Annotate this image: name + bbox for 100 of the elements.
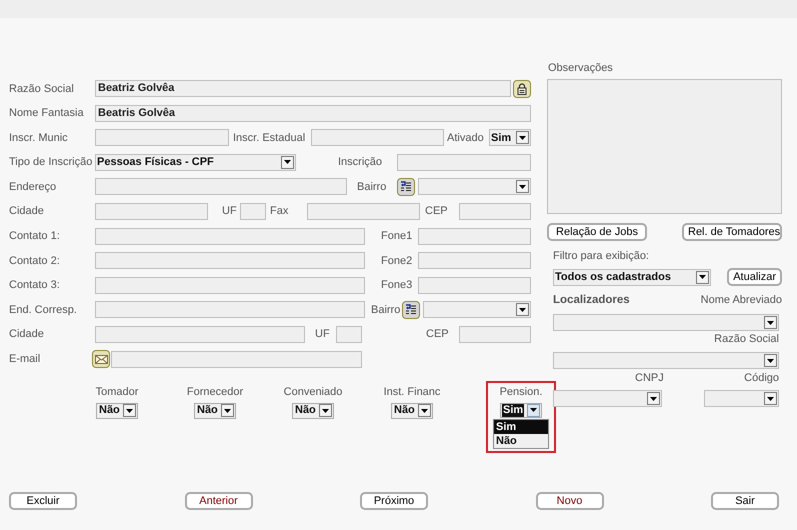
text-field[interactable]	[95, 228, 365, 245]
dropdown[interactable]: Sim	[489, 129, 531, 146]
field-label: UF	[222, 205, 236, 218]
report-button[interactable]: Rel. de Tomadores	[682, 223, 782, 241]
field-label: Fornecedor	[186, 386, 244, 399]
text-field[interactable]	[95, 202, 208, 220]
field-label: E-mail	[9, 353, 42, 366]
field-label: Fone3	[381, 279, 413, 292]
field-label: Tipo de Inscrição	[9, 156, 94, 168]
lookup-button[interactable]	[402, 300, 420, 319]
report-button[interactable]: Relação de Jobs	[547, 223, 647, 241]
dropdown[interactable]: Não	[292, 402, 334, 419]
field-label: Cidade	[9, 328, 45, 340]
text-field[interactable]	[95, 326, 305, 343]
text-field[interactable]	[459, 326, 531, 343]
field-label: Filtro para exibição:	[553, 250, 650, 263]
text-field[interactable]	[336, 326, 362, 343]
text-field[interactable]	[397, 154, 531, 171]
field-label: Contato 2:	[9, 254, 61, 267]
field-label: Contato 1:	[9, 230, 61, 242]
action-button[interactable]: Próximo	[360, 492, 428, 510]
field-label: CEP	[426, 328, 450, 340]
field-label: CEP	[425, 205, 449, 218]
lookup-button[interactable]	[397, 178, 415, 196]
field-label: Ativado	[447, 132, 485, 144]
text-field[interactable]: Beatris Golvêa	[95, 104, 531, 122]
caret-icon	[767, 320, 774, 324]
dropdown[interactable]: Todos os cadastrados	[553, 268, 711, 286]
caret-icon	[224, 408, 231, 413]
caret-icon	[519, 308, 526, 312]
section-title: Localizadores	[553, 294, 630, 307]
field-label: Cidade	[9, 205, 45, 218]
text-field[interactable]: Beatriz Golvêa	[95, 80, 511, 97]
text-field[interactable]	[95, 301, 365, 318]
field-label: Bairro	[371, 304, 401, 316]
caret-icon	[767, 396, 774, 400]
caret-icon	[322, 408, 329, 413]
caret-icon	[767, 358, 774, 362]
caret-icon	[519, 136, 526, 140]
caret-icon	[421, 408, 428, 413]
text-field[interactable]	[418, 276, 531, 294]
text-field[interactable]	[95, 252, 365, 270]
dropdown[interactable]	[553, 390, 662, 407]
field-label: Nome Abreviado	[700, 294, 782, 307]
text-field[interactable]	[418, 252, 531, 270]
caret-icon	[126, 408, 133, 413]
lock-icon	[517, 82, 527, 94]
list-arrow-icon	[405, 304, 417, 316]
text-field[interactable]	[95, 178, 347, 196]
text-field[interactable]	[95, 276, 365, 294]
dropdown[interactable]: Pessoas Físicas - CPF	[95, 154, 296, 171]
text-field[interactable]	[418, 228, 531, 245]
field-label: Endereço	[9, 180, 58, 193]
action-button[interactable]: Excluir	[9, 492, 77, 510]
field-label: Nome Fantasia	[9, 107, 85, 120]
caret-icon	[519, 184, 526, 189]
dropdown[interactable]	[553, 314, 779, 331]
field-label: Fone1	[381, 230, 413, 242]
lock-button[interactable]	[513, 80, 531, 98]
dropdown-option[interactable]: Não	[494, 434, 548, 448]
action-button[interactable]: Anterior	[184, 492, 252, 510]
mail-button[interactable]	[92, 350, 110, 368]
text-field[interactable]	[307, 202, 420, 220]
text-field[interactable]	[111, 350, 362, 368]
field-label: Bairro	[357, 180, 388, 193]
text-field[interactable]	[240, 202, 266, 220]
caret-icon	[650, 396, 657, 400]
field-label: Conveniado	[284, 386, 342, 399]
dropdown[interactable]	[418, 178, 531, 196]
dropdown[interactable]	[553, 352, 779, 369]
dropdown[interactable]: Sim	[500, 402, 542, 418]
field-label: Inscr. Munic	[9, 132, 69, 144]
field-label: Inscrição	[338, 156, 384, 168]
text-field[interactable]	[311, 129, 444, 146]
field-label: Observações	[548, 62, 614, 75]
dropdown[interactable]	[423, 301, 531, 318]
field-label: Código	[744, 372, 779, 385]
field-label: Fax	[270, 205, 290, 218]
envelope-icon	[94, 354, 108, 364]
field-label: End. Corresp.	[9, 304, 78, 316]
notes-textarea[interactable]	[547, 79, 782, 214]
text-field[interactable]	[95, 129, 229, 146]
dropdown[interactable]: Não	[194, 402, 236, 419]
action-button[interactable]: Novo	[536, 492, 604, 510]
field-label: Razão Social	[9, 82, 75, 94]
dropdown[interactable]: Não	[96, 402, 138, 419]
text-field[interactable]	[459, 202, 531, 220]
caret-icon	[699, 275, 706, 279]
caret-icon	[530, 408, 537, 412]
field-label: Inst. Financ	[384, 386, 440, 399]
action-button[interactable]: Sair	[711, 492, 779, 510]
field-label: UF	[315, 328, 331, 340]
list-arrow-icon	[400, 181, 412, 192]
field-label: CNPJ	[635, 372, 664, 385]
dropdown-option[interactable]: Sim	[494, 420, 548, 434]
refresh-button[interactable]: Atualizar	[727, 268, 782, 286]
field-label: Contato 3:	[9, 279, 61, 292]
field-label: Tomador	[96, 386, 138, 399]
dropdown[interactable]: Não	[391, 402, 433, 419]
dropdown[interactable]	[704, 390, 779, 407]
